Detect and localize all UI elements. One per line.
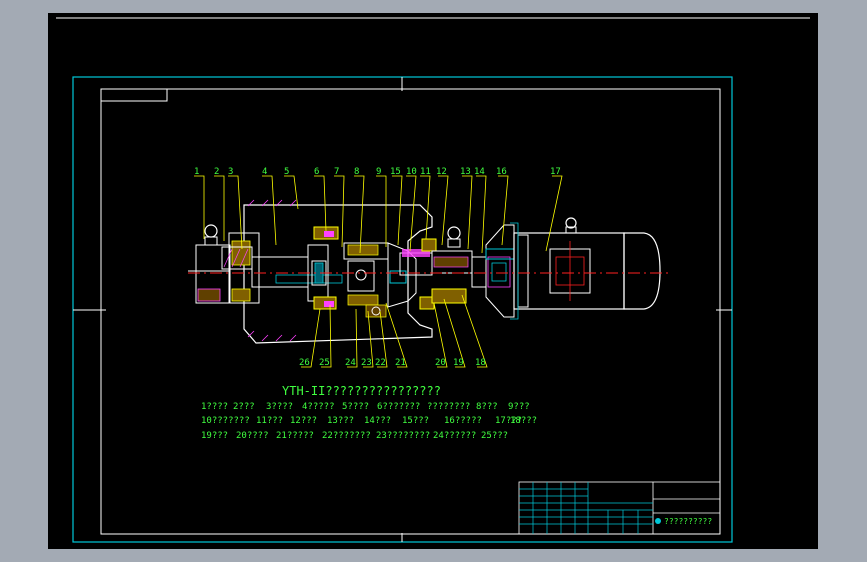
legend-item: 9??? xyxy=(508,402,530,412)
callout-label: 14 xyxy=(474,167,485,177)
legend-item: 8??? xyxy=(476,402,498,412)
legend-item: 5???? xyxy=(342,402,369,412)
callout-label: 21 xyxy=(395,358,406,368)
cad-viewport[interactable]: 1 2 3 4 5 6 7 8 9 15 10 11 12 13 14 16 1… xyxy=(48,13,818,549)
legend-item: 3???? xyxy=(266,402,293,412)
callout-label: 23 xyxy=(361,358,372,368)
reducer-assembly xyxy=(188,199,668,344)
callout-label: 2 xyxy=(214,167,219,177)
parts-legend: 1???? 2??? 3???? 4????? 5???? 6??????? ?… xyxy=(201,402,537,441)
legend-item: 18??? xyxy=(510,416,537,426)
legend-item: 13??? xyxy=(327,416,354,426)
callout-label: 24 xyxy=(345,358,356,368)
callout-label: 26 xyxy=(299,358,310,368)
sheet-inner-border xyxy=(100,88,721,535)
assembly-drawing: 1 2 3 4 5 6 7 8 9 15 10 11 12 13 14 16 1… xyxy=(56,17,810,543)
title-block-name: ?????????? xyxy=(664,517,712,526)
callout-label: 15 xyxy=(390,167,401,177)
legend-item: 6??????? xyxy=(377,402,420,412)
legend-item: 11??? xyxy=(256,416,283,426)
callout-label: 4 xyxy=(262,167,267,177)
callout-label: 7 xyxy=(334,167,339,177)
callout-label: 19 xyxy=(453,358,464,368)
title-block xyxy=(518,481,721,535)
legend-item: 10??????? xyxy=(201,416,250,426)
legend-item: 20???? xyxy=(236,431,269,441)
callout-label: 13 xyxy=(460,167,471,177)
legend-item: 16????? xyxy=(444,416,482,426)
callout-label: 1 xyxy=(194,167,199,177)
title-block-logo xyxy=(655,518,661,524)
callout-label: 5 xyxy=(284,167,289,177)
callout-label: 8 xyxy=(354,167,359,177)
callout-label: 9 xyxy=(376,167,381,177)
callout-label: 25 xyxy=(319,358,330,368)
legend-item: 22??????? xyxy=(322,431,371,441)
callouts-bottom: 26 25 24 23 22 21 20 19 18 xyxy=(299,358,486,368)
legend-item: 14??? xyxy=(364,416,391,426)
legend-item: ???????? xyxy=(427,402,470,412)
legend-item: 15??? xyxy=(402,416,429,426)
callout-label: 20 xyxy=(435,358,446,368)
corner-tag-box xyxy=(100,88,168,102)
callout-label: 16 xyxy=(496,167,507,177)
callout-label: 11 xyxy=(420,167,431,177)
legend-item: 12??? xyxy=(290,416,317,426)
legend-item: 19??? xyxy=(201,431,228,441)
legend-item: 4????? xyxy=(302,402,335,412)
legend-item: 25??? xyxy=(481,431,508,441)
legend-item: 1???? xyxy=(201,402,228,412)
callouts-top: 1 2 3 4 5 6 7 8 9 15 10 11 12 13 14 16 1… xyxy=(194,167,561,177)
callout-label: 22 xyxy=(375,358,386,368)
callout-label: 17 xyxy=(550,167,561,177)
callout-label: 12 xyxy=(436,167,447,177)
callout-label: 3 xyxy=(228,167,233,177)
legend-item: 24?????? xyxy=(433,431,476,441)
legend-item: 23???????? xyxy=(376,431,430,441)
callout-label: 18 xyxy=(475,358,486,368)
drawing-title: YTH-II???????????????? xyxy=(282,384,441,398)
callout-label: 6 xyxy=(314,167,319,177)
callout-label: 10 xyxy=(406,167,417,177)
legend-item: 21????? xyxy=(276,431,314,441)
legend-item: 2??? xyxy=(233,402,255,412)
